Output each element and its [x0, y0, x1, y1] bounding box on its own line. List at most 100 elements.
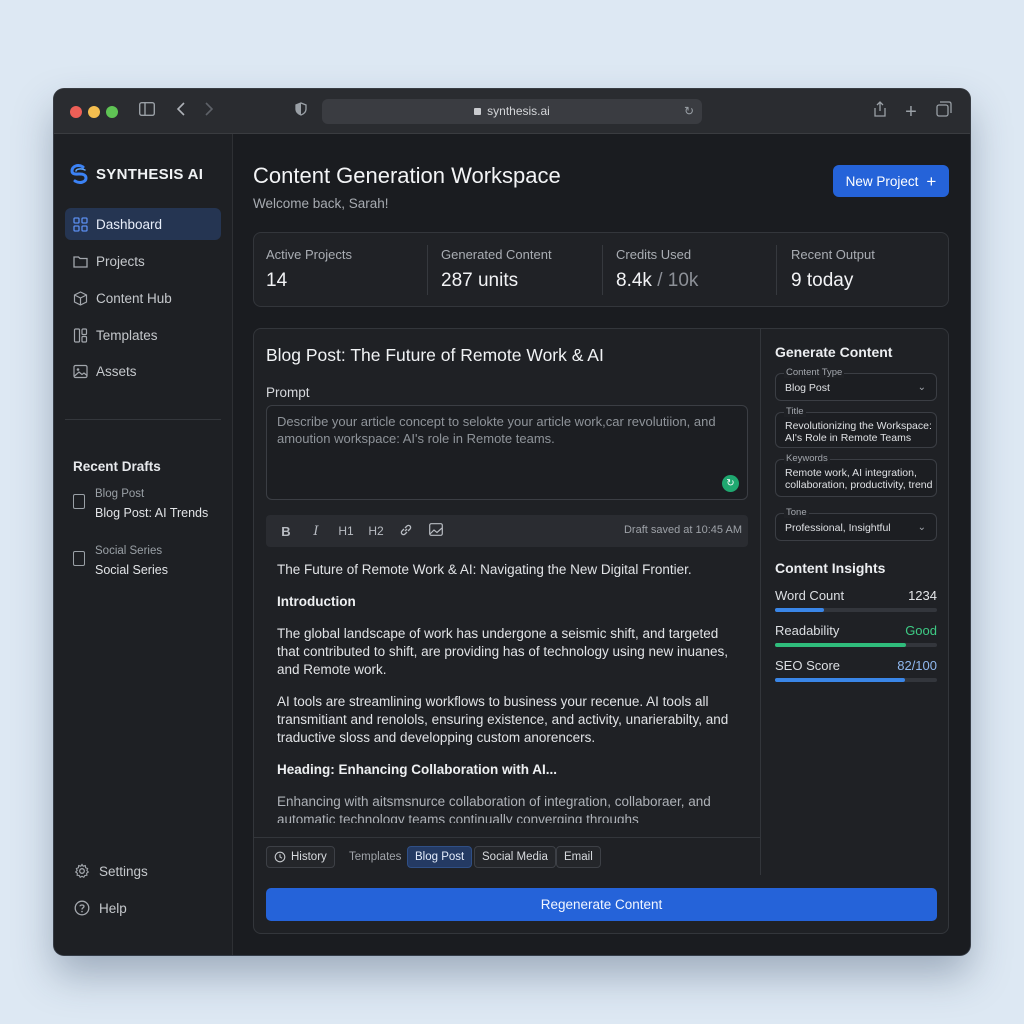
templates-chip[interactable]: Templates: [341, 846, 409, 868]
content-heading: Heading: Enhancing Collaboration with AI…: [277, 762, 557, 777]
synthesis-logo-icon: [70, 164, 88, 184]
sidebar-item-templates[interactable]: Templates: [65, 319, 221, 351]
sidebar-divider: [65, 419, 221, 420]
stat-label: Credits Used: [616, 247, 692, 262]
prompt-input[interactable]: Describe your article concept to selokte…: [266, 405, 748, 500]
recent-draft-item[interactable]: Blog Post Blog Post: AI Trends: [73, 488, 223, 528]
brand-name: SYNTHESIS AI: [96, 165, 204, 183]
tone-select[interactable]: Tone Professional, Insightful ⌄: [775, 507, 937, 541]
help-label: Help: [99, 900, 127, 916]
social-media-chip[interactable]: Social Media: [474, 846, 556, 868]
keywords-label: Keywords: [784, 453, 830, 464]
content-paragraph: The global landscape of work has undergo…: [277, 626, 729, 677]
brand[interactable]: SYNTHESIS AI: [68, 162, 203, 186]
tabs-overview-icon[interactable]: [933, 101, 955, 123]
format-toolbar: B I H1 H2 Draft saved at 10:45 AM: [266, 515, 748, 547]
metric-track: [775, 678, 937, 682]
new-project-button[interactable]: New Project +: [833, 165, 949, 197]
stat-generated-content: Generated Content 287 units: [429, 233, 603, 308]
content-type-chips: History Templates Blog Post Social Media…: [254, 837, 761, 875]
address-bar[interactable]: synthesis.ai ↻: [322, 99, 702, 124]
sidebar-item-content-hub[interactable]: Content Hub: [65, 282, 221, 314]
title-value: Revolutionizing the Workspace: AI's Role…: [785, 420, 932, 444]
template-icon: [73, 327, 88, 343]
content-insights-title: Content Insights: [775, 560, 886, 576]
content-type-select[interactable]: Content Type Blog Post ⌄: [775, 367, 937, 401]
grid-icon: [73, 216, 88, 232]
italic-icon[interactable]: I: [308, 524, 324, 539]
browser-titlebar: synthesis.ai ↻ +: [54, 89, 970, 134]
regenerate-content-button[interactable]: Regenerate Content: [266, 888, 937, 921]
new-project-label: New Project: [845, 173, 919, 189]
maximize-window-button[interactable]: [106, 106, 118, 118]
minimize-window-button[interactable]: [88, 106, 100, 118]
metric-readability: Readability Good: [775, 623, 937, 647]
stat-label: Generated Content: [441, 247, 552, 262]
chevron-down-icon: ⌄: [917, 522, 926, 533]
generate-content-title: Generate Content: [775, 344, 893, 360]
bold-icon[interactable]: B: [278, 524, 294, 539]
metric-label: Readability: [775, 623, 840, 638]
folder-icon: [73, 255, 88, 268]
title-field[interactable]: Title Revolutionizing the Workspace: AI'…: [775, 406, 937, 448]
metric-fill: [775, 643, 907, 647]
back-icon[interactable]: [170, 101, 192, 123]
help-link[interactable]: Help: [74, 900, 127, 916]
stat-value: 14: [266, 270, 288, 291]
generate-panel: Generate Content Content Type Blog Post …: [762, 329, 948, 875]
tone-label: Tone: [784, 507, 809, 518]
workspace-card: Blog Post: The Future of Remote Work & A…: [253, 328, 949, 934]
recent-draft-item[interactable]: Social Series Social Series: [73, 545, 223, 585]
recent-drafts-title: Recent Drafts: [73, 459, 161, 474]
metric-value: 82/100: [897, 658, 937, 673]
title-label: Title: [784, 406, 806, 417]
content-type-label: Content Type: [784, 367, 845, 378]
browser-window: synthesis.ai ↻ + SYNTHESIS AI Dashboard …: [54, 89, 970, 955]
draft-saved-status: Draft saved at 10:45 AM: [623, 524, 742, 536]
stat-value: 287 units: [441, 270, 519, 291]
keywords-field[interactable]: Keywords Remote work, AI integration, co…: [775, 453, 937, 497]
history-chip[interactable]: History: [266, 846, 335, 868]
reload-icon[interactable]: ↻: [684, 99, 694, 124]
insert-image-icon[interactable]: [428, 523, 444, 539]
metric-fill: [775, 678, 905, 682]
stat-divider: [427, 245, 428, 295]
close-window-button[interactable]: [70, 106, 82, 118]
sidebar-item-label: Templates: [96, 327, 158, 343]
image-icon: [73, 364, 88, 378]
refresh-prompt-icon[interactable]: ↻: [722, 475, 739, 492]
settings-link[interactable]: Settings: [74, 863, 148, 879]
prompt-label: Prompt: [266, 385, 310, 400]
blog-post-chip[interactable]: Blog Post: [407, 846, 473, 868]
heading1-icon[interactable]: H1: [338, 524, 354, 538]
lock-icon: [474, 108, 482, 115]
main-content: Content Generation Workspace Welcome bac…: [234, 134, 970, 955]
settings-label: Settings: [99, 863, 148, 879]
sidebar-toggle-icon[interactable]: [136, 101, 158, 123]
prompt-placeholder: Describe your article concept to selokte…: [277, 414, 716, 446]
document-icon: [73, 551, 85, 566]
sidebar-item-label: Dashboard: [96, 216, 163, 232]
sidebar-item-assets[interactable]: Assets: [65, 355, 221, 387]
content-type-value: Blog Post: [785, 382, 830, 394]
new-tab-icon[interactable]: +: [900, 101, 922, 123]
sidebar-item-projects[interactable]: Projects: [65, 245, 221, 277]
plus-icon: +: [926, 171, 937, 191]
cube-icon: [73, 290, 88, 306]
stat-value: 9 today: [791, 270, 854, 291]
share-icon[interactable]: [869, 101, 891, 123]
link-icon[interactable]: [398, 523, 414, 540]
shield-icon[interactable]: [290, 101, 312, 123]
metric-value: 1234: [908, 588, 937, 603]
history-icon: [274, 851, 286, 863]
stat-divider: [776, 245, 777, 295]
email-chip[interactable]: Email: [556, 846, 601, 868]
draft-name: Blog Post: AI Trends: [95, 506, 209, 520]
draft-kind: Social Series: [95, 545, 163, 557]
stat-value: 8.4k / 10k: [616, 270, 699, 291]
generated-content-body[interactable]: The Future of Remote Work & AI: Navigati…: [277, 561, 739, 823]
sidebar-item-dashboard[interactable]: Dashboard: [65, 208, 221, 240]
draft-kind: Blog Post: [95, 488, 145, 500]
forward-icon[interactable]: [198, 101, 220, 123]
heading2-icon[interactable]: H2: [368, 524, 384, 538]
